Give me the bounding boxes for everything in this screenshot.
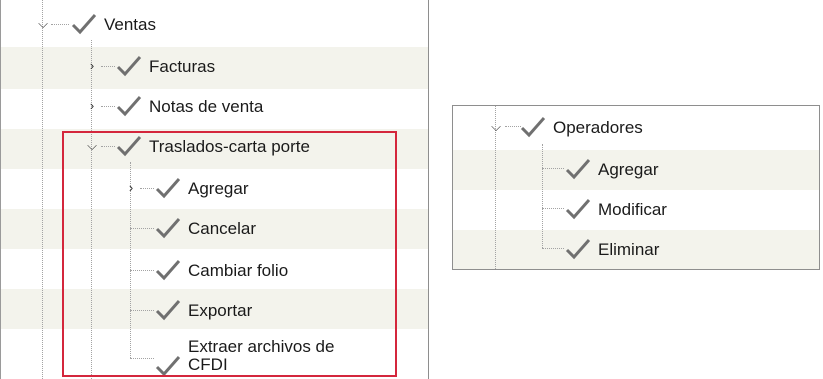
checkmark-icon[interactable] xyxy=(519,115,547,139)
tree-node-cancelar[interactable]: Cancelar xyxy=(154,213,256,243)
permissions-tree-operadores: ⌵ Operadores Agregar Modificar Eliminar xyxy=(452,105,820,270)
tree-connector xyxy=(542,208,564,209)
tree-node-modificar[interactable]: Modificar xyxy=(564,194,667,224)
tree-node-exportar[interactable]: Exportar xyxy=(154,295,252,325)
checkmark-icon[interactable] xyxy=(154,298,182,322)
checkmark-icon[interactable] xyxy=(154,176,182,200)
tree-connector xyxy=(542,168,564,169)
checkmark-icon[interactable] xyxy=(154,216,182,240)
tree-node-operadores[interactable]: ⌵ Operadores xyxy=(489,112,643,142)
tree-node-label: Cancelar xyxy=(188,218,257,238)
tree-node-cambiar-folio[interactable]: Cambiar folio xyxy=(154,255,288,285)
tree-node-ventas[interactable]: ⌵ Ventas xyxy=(36,9,156,39)
tree-node-label: Ventas xyxy=(104,14,156,34)
tree-guide-line xyxy=(42,0,43,379)
tree-guide-line xyxy=(542,144,543,248)
checkmark-icon[interactable] xyxy=(115,94,143,118)
checkmark-icon[interactable] xyxy=(115,54,143,78)
tree-node-label: Agregar xyxy=(188,178,249,198)
tree-connector xyxy=(130,310,154,311)
chevron-down-icon[interactable]: ⌵ xyxy=(85,139,99,153)
tree-node-traslados-carta-porte[interactable]: ⌵ Traslados-carta porte xyxy=(85,131,310,161)
tree-connector xyxy=(130,228,154,229)
tree-connector xyxy=(542,248,564,249)
tree-node-facturas[interactable]: › Facturas xyxy=(85,51,215,81)
tree-node-notas-de-venta[interactable]: › Notas de venta xyxy=(85,91,263,121)
tree-connector xyxy=(130,270,154,271)
tree-node-label: Exportar xyxy=(188,300,253,320)
chevron-down-icon[interactable]: ⌵ xyxy=(489,120,503,134)
tree-node-label: Modificar xyxy=(598,199,667,219)
tree-node-agregar[interactable]: › Agregar xyxy=(124,173,248,203)
checkmark-icon[interactable] xyxy=(70,12,98,36)
tree-node-agregar[interactable]: Agregar xyxy=(564,154,658,184)
tree-node-extraer-archivos-cfdi[interactable]: Extraer archivos de CFDI xyxy=(154,336,378,378)
permissions-tree-ventas: ⌵ Ventas › Facturas › Notas de venta ⌵ T… xyxy=(0,0,429,379)
tree-node-label: Eliminar xyxy=(598,239,660,259)
tree-connector xyxy=(130,358,154,359)
checkmark-icon[interactable] xyxy=(115,134,143,158)
tree-node-eliminar[interactable]: Eliminar xyxy=(564,234,659,264)
checkmark-icon[interactable] xyxy=(564,237,592,261)
tree-node-label: Cambiar folio xyxy=(188,260,289,280)
checkmark-icon[interactable] xyxy=(564,197,592,221)
tree-node-label: Operadores xyxy=(553,117,643,137)
tree-node-label: Traslados-carta porte xyxy=(149,136,310,156)
checkmark-icon[interactable] xyxy=(154,258,182,282)
checkmark-icon[interactable] xyxy=(564,157,592,181)
tree-node-label: Agregar xyxy=(598,159,659,179)
tree-node-label: Extraer archivos de CFDI xyxy=(188,337,335,374)
tree-node-label: Facturas xyxy=(149,56,216,76)
chevron-right-icon[interactable]: › xyxy=(85,99,99,113)
tree-node-label: Notas de venta xyxy=(149,96,264,116)
chevron-right-icon[interactable]: › xyxy=(85,59,99,73)
checkmark-icon[interactable] xyxy=(154,354,182,378)
chevron-down-icon[interactable]: ⌵ xyxy=(36,17,50,31)
chevron-right-icon[interactable]: › xyxy=(124,181,138,195)
